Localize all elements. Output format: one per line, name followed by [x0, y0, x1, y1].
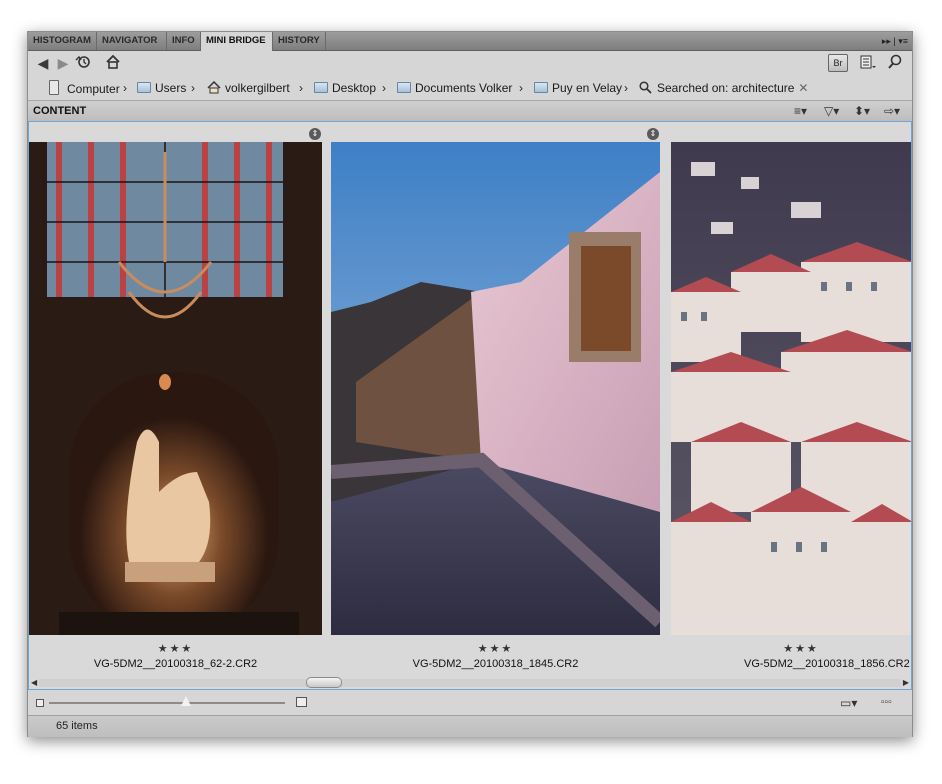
tab-history[interactable]: HISTORY: [273, 32, 326, 50]
content-header: CONTENT ≡▾ ▽▾ ⬍▾ ⇨▾: [28, 100, 912, 122]
breadcrumb-label: volkergilbert: [225, 81, 290, 95]
thumbnail-filename[interactable]: VG-5DM2__20100318_1856.CR2: [671, 658, 911, 670]
large-thumbnail-icon[interactable]: [296, 697, 307, 707]
breadcrumb-search[interactable]: Searched on: architecture ✕: [639, 80, 808, 96]
panel-tab-bar: HISTOGRAM NAVIGATOR INFO MINI BRIDGE HIS…: [28, 32, 912, 51]
breadcrumb-label: Searched on: architecture: [657, 81, 795, 95]
search-icon[interactable]: [886, 54, 904, 72]
breadcrumb-label: Documents Volker: [415, 81, 513, 95]
tab-mini-bridge[interactable]: MINI BRIDGE: [201, 32, 273, 51]
thumbnail-image[interactable]: [29, 142, 322, 635]
sort-icon[interactable]: ≡▾: [794, 101, 807, 121]
thumbnail-filename[interactable]: VG-5DM2__20100318_62-2.CR2: [29, 658, 322, 670]
view-order-icon[interactable]: ⬍▾: [854, 101, 870, 121]
breadcrumb-label: Users: [155, 81, 187, 95]
home-icon[interactable]: [104, 54, 122, 72]
chevron-right-icon: ›: [382, 81, 386, 95]
horizontal-scrollbar[interactable]: ◀ ▶: [29, 677, 911, 689]
slider-handle[interactable]: [181, 696, 191, 706]
breadcrumb: Computer › Users › volkergilbert › Deskt…: [28, 77, 912, 99]
tab-navigator[interactable]: NAVIGATOR: [97, 32, 167, 50]
breadcrumb-computer[interactable]: Computer: [49, 80, 120, 96]
chevron-right-icon: ›: [299, 81, 303, 95]
navigation-toolbar: ◀ ▶ Br: [28, 51, 912, 76]
chevron-right-icon: ›: [123, 81, 127, 95]
panel-view-icon[interactable]: [858, 54, 878, 72]
view-mode-icon[interactable]: ▭▾: [840, 694, 857, 712]
breadcrumb-desktop[interactable]: Desktop: [314, 80, 376, 96]
rating-stars[interactable]: ★★★: [29, 642, 322, 655]
breadcrumb-label: Puy en Velay: [552, 81, 623, 95]
breadcrumb-documents-volker[interactable]: Documents Volker: [397, 80, 512, 96]
computer-icon: [49, 80, 59, 95]
small-thumbnail-icon[interactable]: [36, 699, 44, 707]
tools-icon[interactable]: ⇨▾: [884, 101, 900, 121]
rating-stars[interactable]: ★★★: [331, 642, 660, 655]
filter-icon[interactable]: ▽▾: [824, 101, 839, 121]
rating-stars[interactable]: ★★★: [671, 642, 911, 655]
status-bar: 65 items: [28, 715, 912, 737]
panel-menu-icon[interactable]: ▸▸ | ▾≡: [882, 32, 908, 50]
scroll-right-icon[interactable]: ▶: [903, 677, 909, 689]
item-count: 65 items: [56, 720, 98, 732]
stack-badge-icon[interactable]: ⇕: [647, 128, 659, 140]
recent-folders-icon[interactable]: [74, 54, 94, 72]
breadcrumb-users[interactable]: Users: [137, 80, 186, 96]
thumbnail-image[interactable]: [671, 142, 911, 635]
breadcrumb-label: Desktop: [332, 81, 377, 95]
chevron-right-icon: ›: [624, 81, 628, 95]
scroll-left-icon[interactable]: ◀: [31, 677, 37, 689]
content-title: CONTENT: [33, 105, 87, 117]
chevron-right-icon: ›: [191, 81, 195, 95]
close-icon[interactable]: ✕: [798, 81, 808, 95]
tab-histogram[interactable]: HISTOGRAM: [28, 32, 97, 50]
thumbnail-size-bar: ▭▾ ▫▫▫: [28, 691, 912, 715]
stack-badge-icon[interactable]: ⇕: [309, 128, 321, 140]
folder-icon: [137, 82, 151, 93]
chevron-right-icon: ›: [519, 81, 523, 95]
home-icon: [207, 80, 221, 98]
tab-info[interactable]: INFO: [167, 32, 201, 50]
search-icon: [639, 81, 652, 98]
scroll-thumb[interactable]: [306, 677, 342, 688]
go-to-bridge-button[interactable]: Br: [828, 54, 848, 72]
back-arrow-icon[interactable]: ◀: [36, 54, 50, 72]
filmstrip-icon[interactable]: ▫▫▫: [881, 694, 892, 712]
scroll-track[interactable]: [39, 679, 901, 687]
mini-bridge-panel: HISTOGRAM NAVIGATOR INFO MINI BRIDGE HIS…: [27, 31, 913, 737]
breadcrumb-home[interactable]: volkergilbert: [207, 80, 290, 96]
thumbnail-image[interactable]: [331, 142, 660, 635]
forward-arrow-icon[interactable]: ▶: [56, 54, 70, 72]
breadcrumb-label: Computer: [67, 82, 120, 96]
thumbnail-size-slider[interactable]: [49, 702, 285, 704]
thumbnail-filename[interactable]: VG-5DM2__20100318_1845.CR2: [331, 658, 660, 670]
breadcrumb-puy-en-velay[interactable]: Puy en Velay: [534, 80, 622, 96]
folder-icon: [534, 82, 548, 93]
content-browser: ⇕ ★★★ VG-5DM2__20100318_62-2.CR2 ⇕ ★★★ V…: [28, 121, 912, 690]
folder-icon: [314, 82, 328, 93]
folder-icon: [397, 82, 411, 93]
